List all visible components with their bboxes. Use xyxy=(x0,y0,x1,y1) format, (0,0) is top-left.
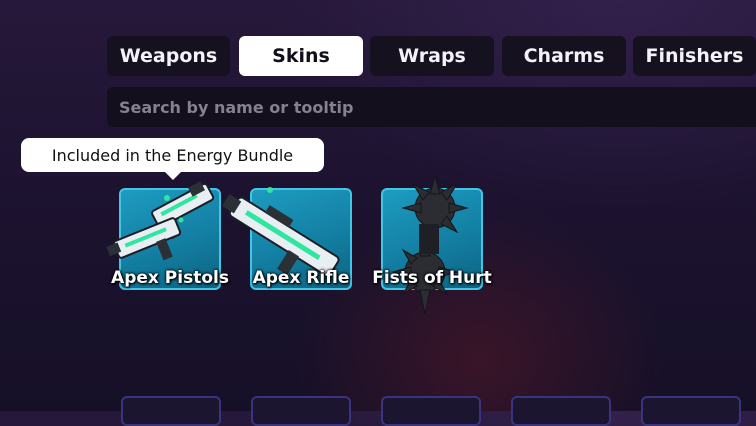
bundle-tooltip: Included in the Energy Bundle xyxy=(21,138,324,180)
item-name: Apex Pistols xyxy=(111,268,229,288)
skin-slot[interactable] xyxy=(511,396,611,426)
tab-skins[interactable]: Skins xyxy=(239,36,363,76)
search-bar xyxy=(107,87,756,127)
skin-card-fists-of-hurt[interactable]: Fists of Hurt xyxy=(372,174,492,315)
skin-slot[interactable] xyxy=(251,396,351,426)
skin-card-apex-pistols[interactable]: Apex Pistols xyxy=(106,181,229,290)
tab-weapons[interactable]: Weapons xyxy=(107,36,230,76)
tab-charms[interactable]: Charms xyxy=(502,36,626,76)
search-input[interactable] xyxy=(117,96,756,118)
skin-slot[interactable] xyxy=(641,396,741,426)
item-name: Fists of Hurt xyxy=(372,268,492,288)
tooltip-text: Included in the Energy Bundle xyxy=(51,145,294,165)
skin-slot[interactable] xyxy=(381,396,481,426)
skin-slot[interactable] xyxy=(121,396,221,426)
tab-wraps[interactable]: Wraps xyxy=(370,36,494,76)
skin-card-apex-rifle[interactable]: Apex Rifle xyxy=(221,187,352,290)
tab-finishers[interactable]: Finishers xyxy=(633,36,756,76)
item-name: Apex Rifle xyxy=(252,268,350,288)
